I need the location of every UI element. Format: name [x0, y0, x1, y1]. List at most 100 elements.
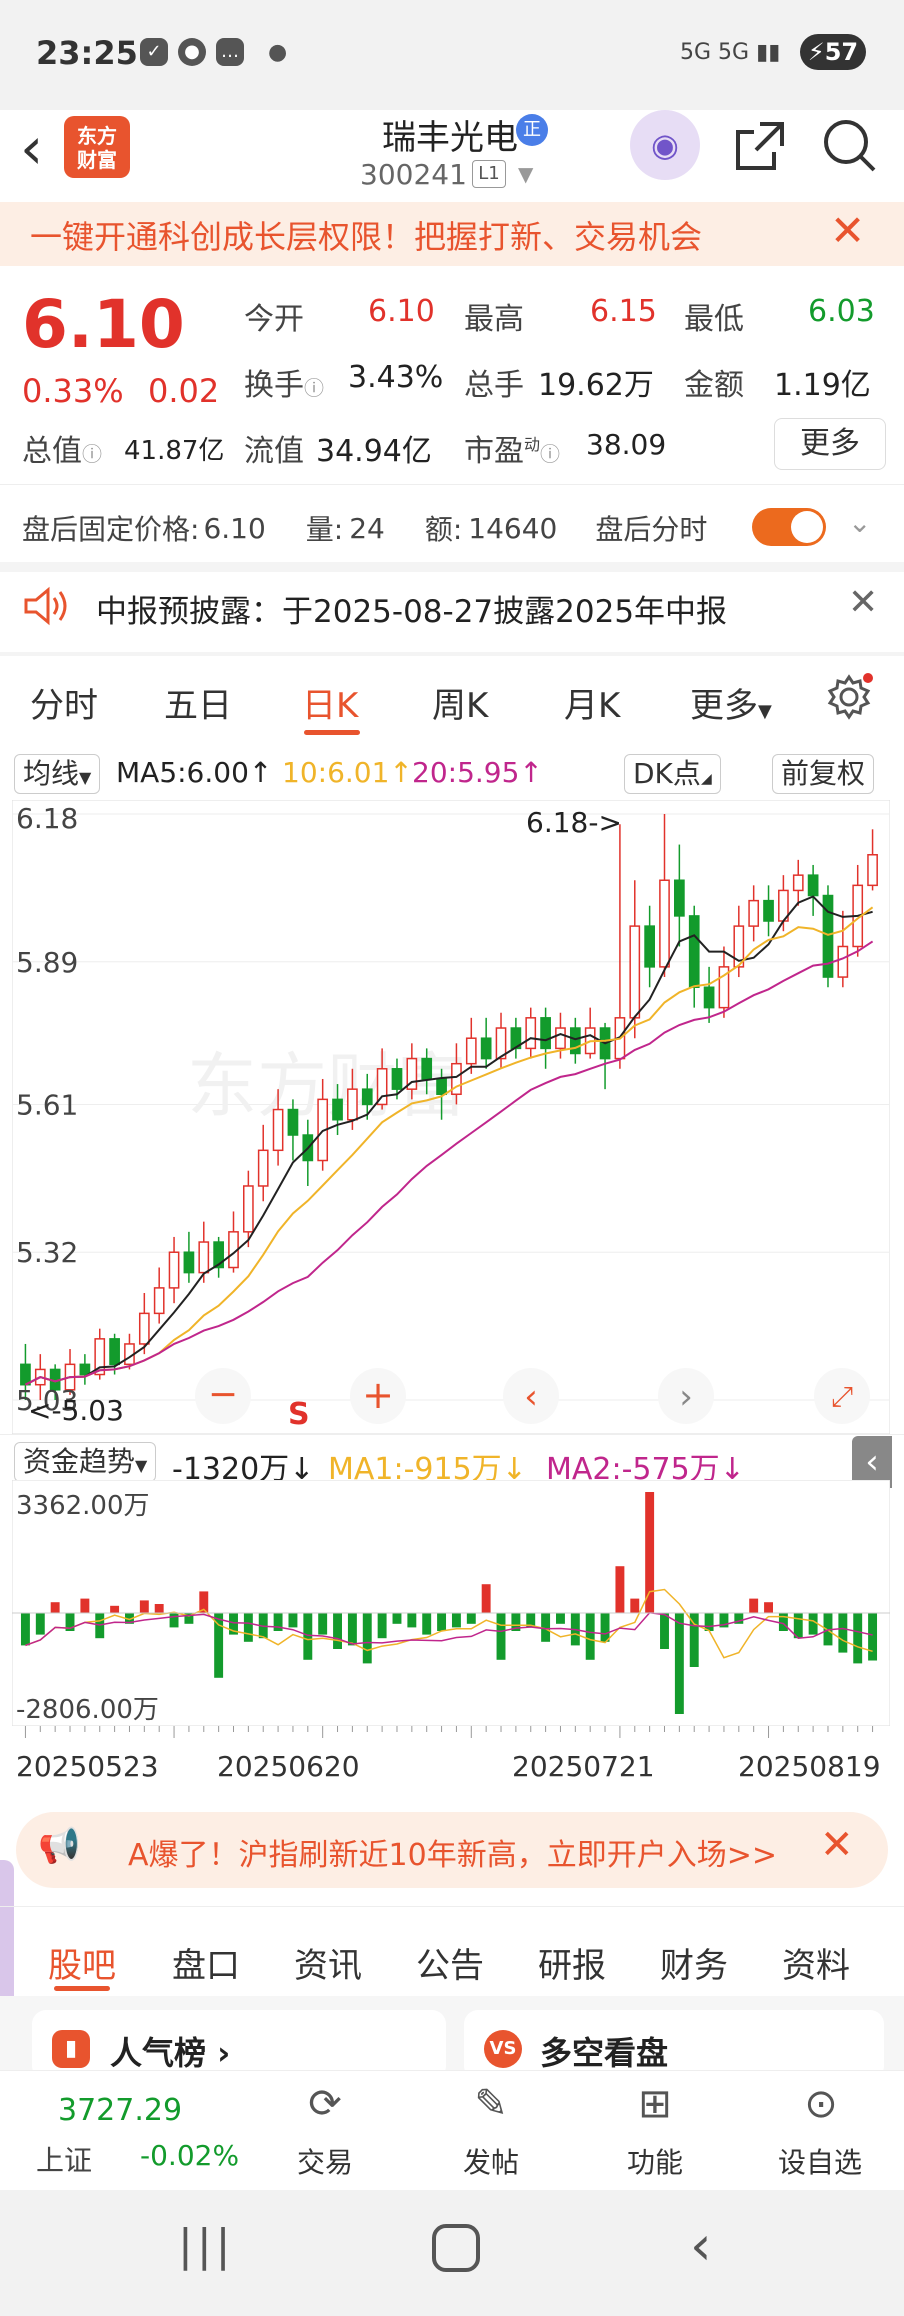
- candle-body: [347, 1088, 358, 1121]
- close-icon[interactable]: ✕: [848, 582, 878, 623]
- turnover-value: 3.43%: [348, 360, 444, 395]
- date-label: 20250523: [16, 1750, 159, 1783]
- divider: [0, 484, 904, 485]
- date-label: 20250620: [217, 1750, 360, 1783]
- afterhours-row: 盘后固定价格: 6.10 量: 24 额: 14640 盘后分时: [22, 508, 707, 548]
- fund-flow-chart[interactable]: 3362.00万 -2806.00万: [12, 1480, 890, 1726]
- stock-code: 300241: [360, 158, 467, 191]
- promo-bar[interactable]: 📢 A爆了！沪指刷新近10年新高，立即开户入场>> ✕: [16, 1812, 888, 1888]
- current-price: 6.10: [22, 286, 185, 363]
- candle-body: [525, 1017, 537, 1050]
- chevron-down-icon[interactable]: ⌄: [848, 506, 871, 539]
- candle-body: [198, 1241, 210, 1274]
- y-tick-label: 5.32: [16, 1236, 78, 1269]
- fund-trend-selector[interactable]: 资金趋势▼: [14, 1442, 157, 1482]
- settings-gear-icon[interactable]: [824, 672, 874, 722]
- back-button[interactable]: ‹: [20, 118, 43, 178]
- zoom-out-button[interactable]: −: [195, 1368, 251, 1424]
- back-nav-icon[interactable]: ‹: [690, 2214, 712, 2277]
- scroll-left-button[interactable]: ‹: [503, 1368, 559, 1424]
- tab-weekly-k[interactable]: 周K: [432, 678, 488, 727]
- notice-bar[interactable]: 中报预披露：于2025-08-27披露2025年中报 ✕: [0, 572, 904, 640]
- fund-bar: [437, 1613, 447, 1632]
- post-label[interactable]: 发帖: [456, 2141, 526, 2181]
- add-watchlist-label[interactable]: 设自选: [770, 2141, 870, 2181]
- fund-bar: [808, 1613, 818, 1635]
- chevron-down-icon[interactable]: ▼: [518, 162, 533, 186]
- edit-icon[interactable]: ✎: [456, 2081, 526, 2127]
- float-label: 流值: [244, 434, 304, 469]
- dk-point-button[interactable]: DK点◢: [624, 754, 721, 794]
- fullscreen-button[interactable]: ⤢: [814, 1368, 870, 1424]
- fund-bar: [704, 1613, 714, 1632]
- tab-more[interactable]: 更多▼: [690, 678, 772, 727]
- candlestick-chart[interactable]: 东方财富 6.185.895.615.325.03 6.18-> <-5.03 …: [12, 800, 890, 1434]
- fund-bar: [80, 1598, 90, 1614]
- tab-timeshare[interactable]: 分时: [30, 678, 98, 727]
- status-time: 23:25: [36, 34, 138, 72]
- tab-finance[interactable]: 财务: [660, 1938, 728, 1987]
- more-dots-icon[interactable]: ⊙: [786, 2081, 856, 2127]
- function-label[interactable]: 功能: [620, 2141, 690, 2181]
- tab-pankou[interactable]: 盘口: [172, 1938, 240, 1987]
- tab-daily-k[interactable]: 日K: [302, 678, 358, 727]
- candle-body: [138, 1312, 150, 1345]
- tab-monthly-k[interactable]: 月K: [564, 678, 620, 727]
- candle-body: [837, 945, 849, 978]
- fund-bar: [347, 1613, 357, 1646]
- tab-guba[interactable]: 股吧: [48, 1938, 116, 1987]
- level-badge[interactable]: L1: [472, 160, 506, 188]
- recent-apps-icon[interactable]: |||: [178, 2220, 234, 2271]
- fund-bar: [407, 1613, 417, 1628]
- promo-banner[interactable]: 一键开通科创成长层权限！把握打新、交易机会 ✕: [0, 202, 904, 266]
- adjustment-button[interactable]: 前复权: [772, 754, 875, 794]
- active-tab-indicator: [54, 1986, 110, 1991]
- fund-bar: [466, 1613, 476, 1624]
- max-price-marker: 6.18->: [526, 806, 622, 839]
- fund-bar: [377, 1613, 387, 1639]
- candle-body: [867, 854, 878, 887]
- turnover-label: 换手ⓘ: [244, 368, 324, 403]
- home-icon[interactable]: [432, 2224, 480, 2272]
- robot-assistant-icon[interactable]: ◉: [630, 110, 700, 180]
- scroll-right-button[interactable]: ›: [658, 1368, 714, 1424]
- notice-text: 中报预披露：于2025-08-27披露2025年中报: [96, 594, 728, 630]
- close-icon[interactable]: ✕: [820, 1822, 854, 1868]
- fund-bar: [674, 1613, 684, 1714]
- grid-icon[interactable]: ⊞: [620, 2081, 690, 2127]
- tab-news[interactable]: 资讯: [294, 1938, 362, 1987]
- candle-body: [243, 1185, 254, 1233]
- more-button[interactable]: 更多: [774, 418, 886, 470]
- tab-profile[interactable]: 资料: [782, 1938, 850, 1987]
- candle-body: [332, 1098, 343, 1121]
- min-price-marker: <-5.03: [28, 1394, 124, 1427]
- fund-bar: [630, 1598, 640, 1614]
- battery-icon: ⚡57: [800, 34, 866, 70]
- volume-label: 总手: [464, 368, 524, 403]
- afterhours-toggle[interactable]: [752, 508, 826, 546]
- candle-body: [792, 874, 804, 892]
- fund-bar: [288, 1613, 298, 1628]
- fund-bar: [422, 1613, 432, 1635]
- tab-research[interactable]: 研报: [538, 1938, 606, 1987]
- fund-bar: [139, 1600, 149, 1614]
- share-icon[interactable]: [730, 116, 790, 176]
- pe-label: 市盈动ⓘ: [464, 434, 561, 469]
- svg-text:›: ›: [679, 1377, 693, 1417]
- tab-announcements[interactable]: 公告: [416, 1938, 484, 1987]
- trade-icon[interactable]: ⟳: [290, 2081, 360, 2127]
- ma-selector[interactable]: 均线▼: [14, 754, 101, 794]
- notification-icon: ✓: [140, 38, 168, 66]
- candle-body: [703, 986, 715, 1009]
- promo-text: A爆了！沪指刷新近10年新高，立即开户入场>>: [128, 1838, 777, 1873]
- zoom-in-button[interactable]: +: [350, 1368, 406, 1424]
- candle-body: [183, 1251, 195, 1274]
- amount-value: 1.19亿: [774, 368, 871, 403]
- megaphone-icon: 📢: [38, 1826, 81, 1866]
- index-value[interactable]: 3727.29: [58, 2093, 182, 2128]
- tab-five-day[interactable]: 五日: [164, 678, 232, 727]
- trade-label[interactable]: 交易: [290, 2141, 360, 2181]
- search-icon[interactable]: [820, 116, 880, 176]
- active-tab-indicator: [304, 730, 360, 735]
- close-icon[interactable]: ✕: [830, 206, 865, 255]
